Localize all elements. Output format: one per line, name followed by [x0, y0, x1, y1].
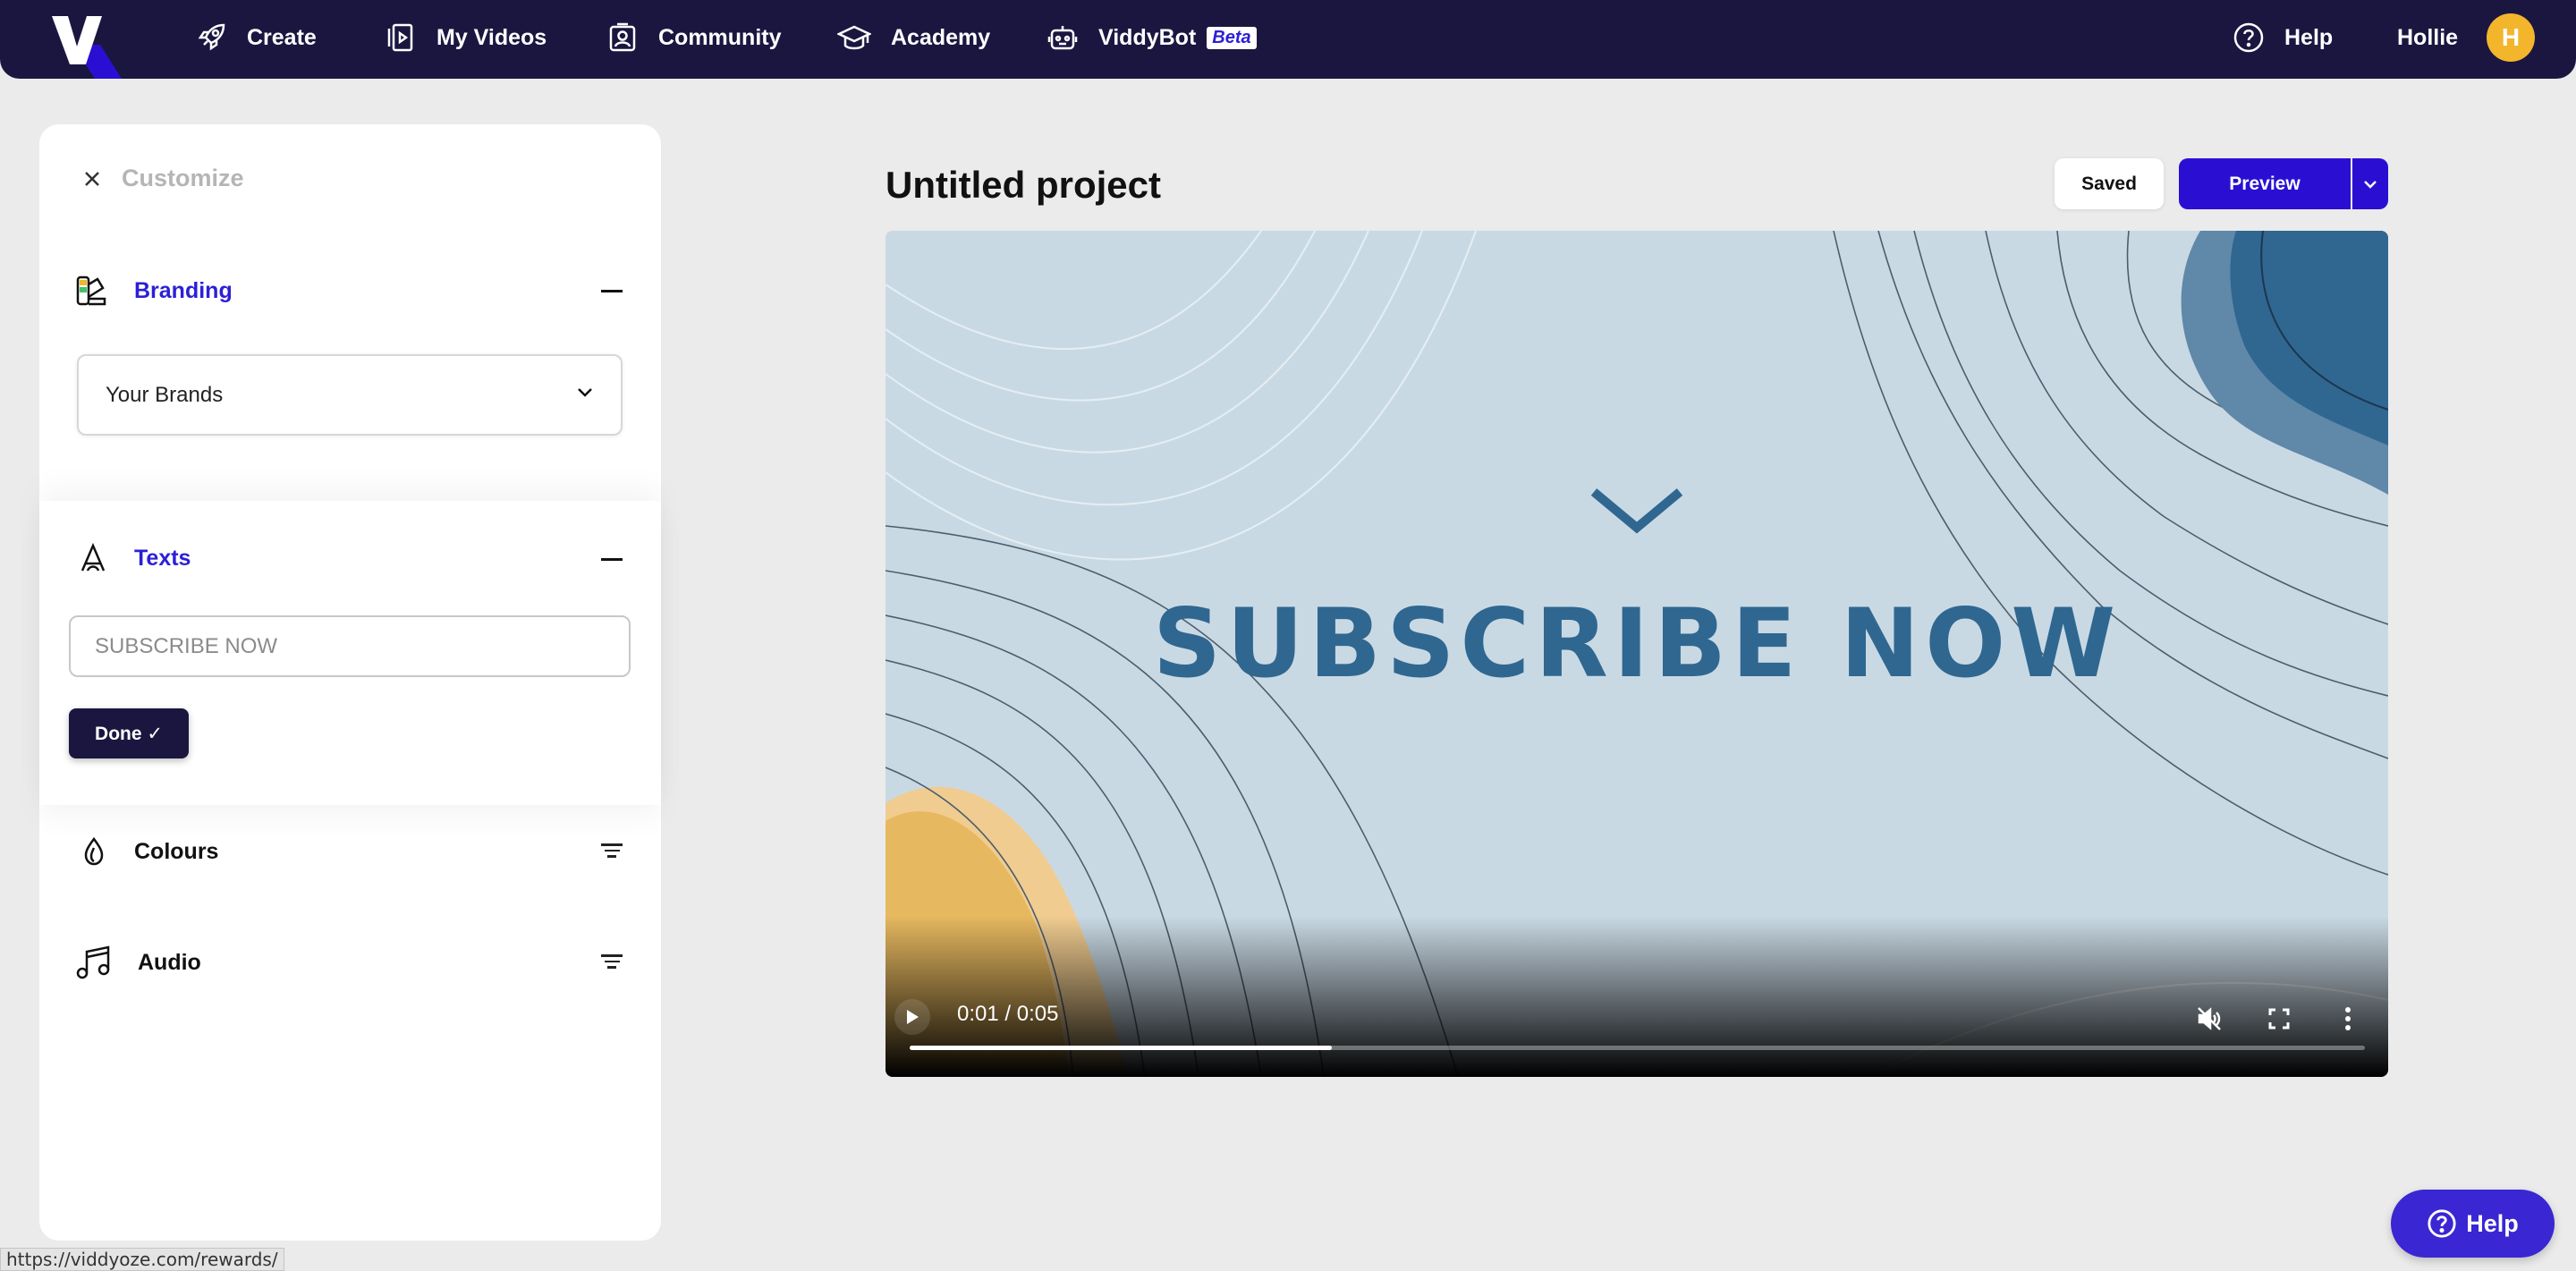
text-style-icon: [80, 542, 106, 572]
chevron-down-icon: [2364, 180, 2377, 189]
videos-icon: [387, 23, 413, 52]
colours-filter-icon[interactable]: [601, 843, 623, 860]
nav-help[interactable]: Help: [2233, 0, 2333, 75]
colours-row[interactable]: Colours: [79, 835, 218, 868]
user-name-label: Hollie: [2397, 24, 2459, 50]
video-progress-bar[interactable]: [910, 1046, 2365, 1050]
community-icon: [609, 22, 636, 52]
done-button[interactable]: Done ✓: [69, 708, 189, 758]
mute-icon[interactable]: [2196, 1005, 2223, 1032]
headline-text-value: SUBSCRIBE NOW: [95, 633, 278, 658]
rocket-icon: [198, 23, 225, 51]
graduation-cap-icon: [837, 25, 871, 50]
video-time: 0:01 / 0:05: [957, 1002, 1059, 1026]
texts-row[interactable]: Texts: [77, 542, 191, 574]
video-player[interactable]: SUBSCRIBE NOW 0:01 / 0:05: [886, 231, 2388, 1077]
collapse-texts-icon[interactable]: [601, 558, 623, 561]
fullscreen-icon[interactable]: [2267, 1007, 2291, 1030]
help-floating-button[interactable]: Help: [2391, 1190, 2555, 1258]
nav-viddybot[interactable]: ViddyBot Beta: [1046, 0, 1257, 75]
colours-label: Colours: [134, 838, 219, 864]
headline-text-input[interactable]: SUBSCRIBE NOW: [69, 615, 631, 677]
nav-viddybot-label: ViddyBot: [1098, 24, 1197, 50]
help-floating-label: Help: [2466, 1209, 2519, 1237]
nav-my-videos-label: My Videos: [436, 24, 547, 50]
viddyoze-logo[interactable]: [48, 9, 129, 79]
collapse-branding-icon[interactable]: [601, 290, 623, 292]
help-circle-icon: [2233, 22, 2264, 53]
video-progress-fill: [910, 1046, 1332, 1050]
audio-label: Audio: [138, 949, 201, 975]
chevron-down-icon: [578, 388, 592, 397]
branding-row[interactable]: Branding: [75, 274, 233, 308]
preview-dropdown-button[interactable]: [2352, 158, 2388, 209]
nav-academy-label: Academy: [891, 24, 991, 50]
audio-row[interactable]: Audio: [75, 945, 201, 980]
brand-select-value: Your Brands: [106, 382, 224, 407]
saved-button[interactable]: Saved: [2055, 158, 2164, 209]
play-icon: [907, 1010, 919, 1024]
texts-label: Texts: [134, 545, 191, 571]
more-options-icon[interactable]: [2343, 1005, 2352, 1032]
branding-label: Branding: [134, 277, 233, 303]
robot-icon: [1047, 26, 1078, 50]
music-note-icon: [76, 945, 110, 979]
nav-help-label: Help: [2284, 24, 2334, 50]
avatar[interactable]: H: [2487, 13, 2535, 62]
top-navigation: Create My Videos Community Academy Viddy…: [0, 0, 2576, 79]
preview-button[interactable]: Preview: [2179, 158, 2351, 209]
audio-filter-icon[interactable]: [601, 954, 623, 970]
nav-academy[interactable]: Academy: [837, 0, 990, 75]
help-circle-icon: [2428, 1209, 2456, 1238]
nav-create[interactable]: Create: [195, 0, 317, 75]
status-bar-url: https://viddyoze.com/rewards/: [0, 1248, 284, 1271]
nav-community[interactable]: Community: [606, 0, 782, 75]
brand-select[interactable]: Your Brands: [77, 354, 623, 436]
beta-badge: Beta: [1207, 26, 1257, 49]
play-button[interactable]: [894, 999, 930, 1035]
droplet-icon: [84, 836, 104, 866]
nav-community-label: Community: [658, 24, 782, 50]
customize-title: Customize: [122, 165, 244, 191]
nav-create-label: Create: [247, 24, 317, 50]
video-controls: 0:01 / 0:05: [886, 916, 2388, 1077]
video-headline: SUBSCRIBE NOW: [1152, 589, 2122, 699]
customize-header: Customize: [82, 165, 244, 192]
project-title[interactable]: Untitled project: [886, 164, 1161, 207]
nav-my-videos[interactable]: My Videos: [385, 0, 547, 75]
close-icon[interactable]: [82, 169, 102, 189]
user-name[interactable]: Hollie: [2397, 0, 2458, 75]
palette-icon: [76, 275, 106, 306]
